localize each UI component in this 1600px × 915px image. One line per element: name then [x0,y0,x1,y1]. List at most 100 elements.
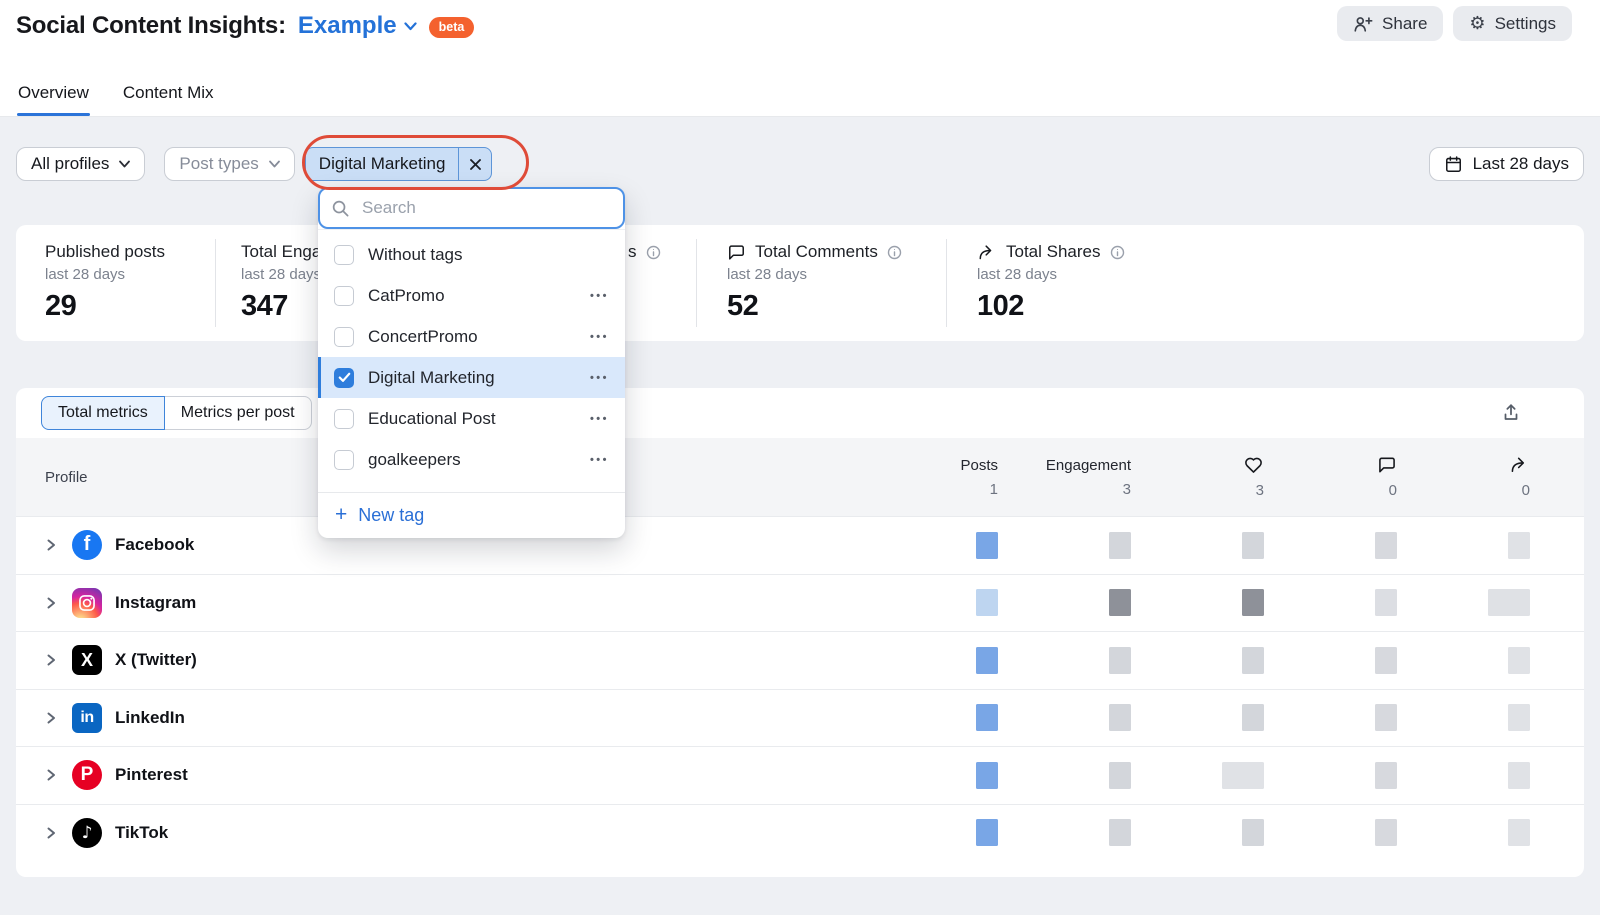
tab-bar: Overview Content Mix [17,83,215,116]
tag-option-list: Without tagsCatPromo•••ConcertPromo•••Di… [318,230,625,492]
metric-bar [1109,762,1131,789]
metric-cell [1397,747,1530,804]
tag-option[interactable]: Educational Post ••• [318,398,625,439]
table-row: ♪TikTok [16,804,1584,862]
engagement-column-total: 3 [1123,481,1131,498]
checkbox[interactable] [334,327,354,347]
post-types-filter-dropdown[interactable]: Post types [164,147,294,181]
more-options-icon[interactable]: ••• [590,290,609,302]
metric-bar [976,704,998,731]
checked-checkbox[interactable] [334,368,354,388]
more-options-icon[interactable]: ••• [590,331,609,343]
stat-total-comments: Total Comments last 28 days 52 [727,242,902,323]
stat-title: Total Shares [1006,242,1101,262]
stat-subtitle: last 28 days [727,266,902,283]
divider [696,239,697,327]
profile-cell: XX (Twitter) [45,645,865,675]
metric-cell [1264,517,1397,574]
chevron-down-icon [404,22,417,31]
chevron-down-icon [119,160,130,168]
metric-bar [1109,532,1131,559]
metrics-view-toggle: Total metrics Metrics per post [41,396,312,430]
shares-column-header: 0 [1397,438,1530,516]
date-range-button[interactable]: Last 28 days [1429,147,1584,181]
info-icon[interactable] [646,245,661,260]
metric-bar [976,532,998,559]
metric-cell [998,690,1131,747]
tag-option[interactable]: Digital Marketing ••• [318,357,625,398]
beta-badge: beta [429,17,475,38]
checkbox[interactable] [334,286,354,306]
tag-option-label: Digital Marketing [368,368,495,388]
tag-option[interactable]: Without tags [318,234,625,275]
more-options-icon[interactable]: ••• [590,372,609,384]
tag-option[interactable]: ConcertPromo••• [318,316,625,357]
platform-name: Pinterest [115,765,188,785]
metric-cell [1131,805,1264,862]
profiles-filter-dropdown[interactable]: All profiles [16,147,145,181]
tab-overview[interactable]: Overview [17,83,90,116]
metric-bar [1109,589,1131,616]
page-title: Social Content Insights: [16,12,286,40]
metric-bar [1375,762,1397,789]
stat-subtitle: last 28 days [45,266,165,283]
tag-option[interactable]: CatPromo••• [318,275,625,316]
metric-bar [1242,589,1264,616]
new-tag-button[interactable]: + New tag [318,492,625,538]
tab-content-mix[interactable]: Content Mix [122,83,215,116]
more-options-icon[interactable]: ••• [590,413,609,425]
tag-option-label: Educational Post [368,409,496,429]
profile-cell: ♪TikTok [45,818,865,848]
expand-chevron-right-icon[interactable] [45,768,72,782]
share-icon [1509,455,1530,475]
metric-bar [1508,762,1530,789]
metric-cell [998,632,1131,689]
metric-bar [1375,647,1397,674]
platform-name: Instagram [115,593,196,613]
x-twitter-icon: X [72,645,102,675]
metric-bar [1109,704,1131,731]
stat-published-posts: Published posts last 28 days 29 [45,242,165,323]
new-tag-label: New tag [358,505,424,526]
info-icon[interactable] [887,245,902,260]
close-icon [469,158,482,171]
checkbox[interactable] [334,245,354,265]
metric-cell [1264,747,1397,804]
checkbox[interactable] [334,450,354,470]
tag-option[interactable]: goalkeepers ••• [318,439,625,480]
expand-chevron-right-icon[interactable] [45,596,72,610]
search-icon [331,199,350,223]
tag-option-label: goalkeepers [368,450,461,470]
metric-cell [865,690,998,747]
total-metrics-toggle[interactable]: Total metrics [41,396,165,430]
posts-column-label: Posts [960,457,998,474]
content-area: All profiles Post types Digital Marketin… [0,117,1600,915]
project-selector[interactable]: Example [298,12,417,40]
checkbox[interactable] [334,409,354,429]
expand-chevron-right-icon[interactable] [45,538,72,552]
metric-bar [1508,647,1530,674]
metric-cell [998,747,1131,804]
stat-total-shares: Total Shares last 28 days 102 [977,242,1125,323]
metric-cell [1264,805,1397,862]
plus-icon: + [335,504,347,525]
expand-chevron-right-icon[interactable] [45,826,72,840]
metric-cell [1397,690,1530,747]
info-icon[interactable] [1110,245,1125,260]
remove-tag-filter-button[interactable] [458,148,491,180]
tag-search-input[interactable] [318,187,625,229]
metrics-per-post-toggle[interactable]: Metrics per post [165,396,312,430]
profiles-filter-label: All profiles [31,154,109,174]
share-button[interactable]: Share [1337,6,1443,41]
metric-bar [976,819,998,846]
export-button[interactable] [1500,402,1522,424]
date-range-label: Last 28 days [1473,154,1569,174]
metric-cell [865,517,998,574]
tag-filter-dropdown: Without tagsCatPromo•••ConcertPromo•••Di… [318,187,625,538]
more-options-icon[interactable]: ••• [590,454,609,466]
expand-chevron-right-icon[interactable] [45,653,72,667]
settings-button[interactable]: ⚙ Settings [1453,6,1572,41]
tag-filter-chip[interactable]: Digital Marketing [305,147,493,181]
expand-chevron-right-icon[interactable] [45,711,72,725]
profile-cell: Instagram [45,588,865,618]
